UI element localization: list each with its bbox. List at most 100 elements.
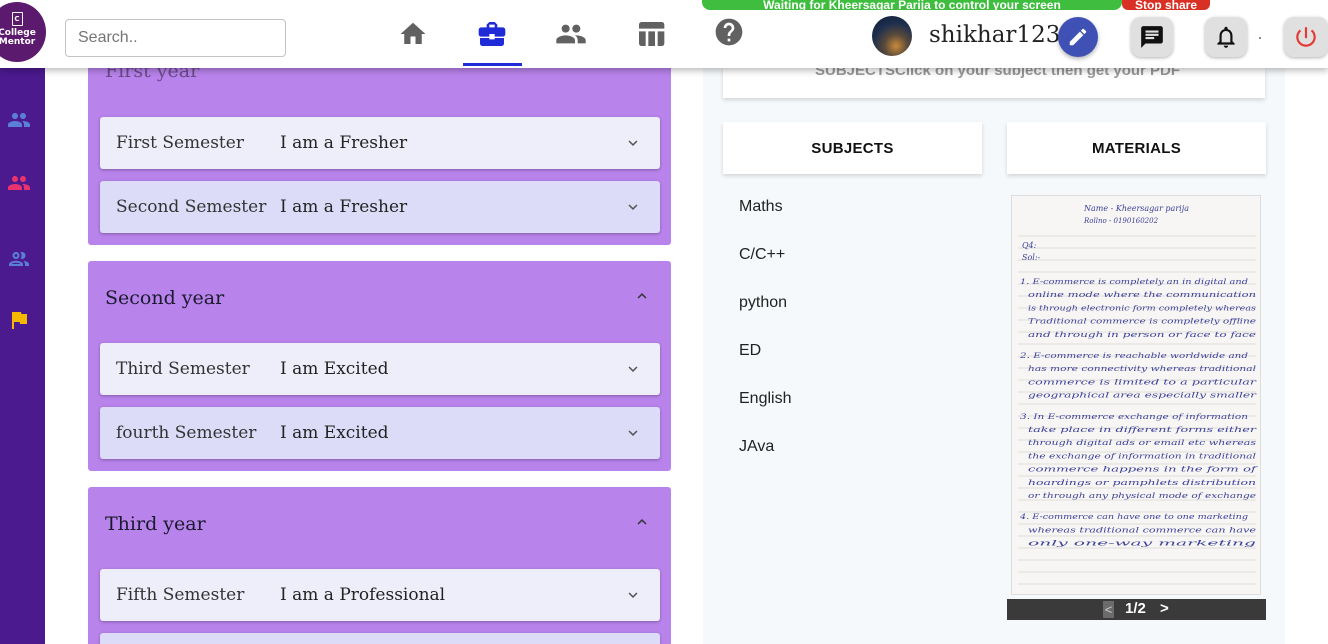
top-app-bar: C College Mentor shikhar123 bbox=[0, 0, 1328, 68]
doc-line: 1. E-commerce is completely an in digita… bbox=[1020, 277, 1248, 286]
doc-line: 4. E-commerce can have one to one market… bbox=[1019, 512, 1248, 521]
year-title[interactable]: Second year bbox=[105, 287, 224, 309]
nav-dashboard[interactable] bbox=[631, 14, 671, 54]
semester-name: Third Semester bbox=[116, 359, 250, 379]
doc-line: through digital ads or email etc whereas bbox=[1028, 438, 1256, 447]
user-avatar[interactable] bbox=[872, 16, 912, 56]
nav-briefcase[interactable] bbox=[472, 14, 512, 54]
subjects-header: SUBJECTS bbox=[723, 122, 982, 174]
book-icon: C bbox=[11, 12, 23, 26]
nav-active-indicator bbox=[463, 63, 522, 66]
logout-button[interactable] bbox=[1284, 17, 1328, 57]
doc-line: the exchange of information in tradition… bbox=[1028, 451, 1257, 460]
semester-status: I am a Professional bbox=[280, 585, 446, 605]
sidebar bbox=[0, 68, 45, 644]
semester-status: I am a Fresher bbox=[280, 197, 408, 217]
doc-line: Traditional commerce is completely offli… bbox=[1028, 317, 1257, 326]
next-page-button[interactable]: > bbox=[1160, 600, 1169, 617]
chevron-down-icon[interactable] bbox=[624, 424, 642, 442]
doc-line: online mode where the communication bbox=[1028, 290, 1256, 299]
group-icon[interactable] bbox=[4, 108, 34, 132]
chat-button[interactable] bbox=[1131, 17, 1173, 57]
bell-icon bbox=[1217, 26, 1235, 48]
doc-line: 3. In E-commerce exchange of information bbox=[1020, 412, 1248, 421]
subject-item[interactable]: C/C++ bbox=[739, 246, 785, 264]
years-panel: First year First Semester I am a Fresher… bbox=[88, 68, 671, 644]
doc-header-line: Rollno - 0190160202 bbox=[1083, 217, 1159, 225]
doc-line: commerce is limited to a particular bbox=[1028, 377, 1257, 386]
prev-page-button[interactable]: < bbox=[1103, 601, 1114, 618]
dashboard-icon bbox=[639, 22, 665, 46]
college-mentor-logo[interactable]: C College Mentor bbox=[0, 2, 46, 62]
notifications-button[interactable] bbox=[1205, 17, 1247, 57]
user-name: shikhar123 bbox=[929, 22, 1061, 48]
doc-header-line: Name - Kheersagar parija bbox=[1083, 204, 1189, 213]
semester-row[interactable]: fourth Semester I am Excited bbox=[100, 407, 660, 459]
semester-row[interactable]: Third Semester I am Excited bbox=[100, 343, 660, 395]
home-icon bbox=[400, 22, 426, 44]
year-title[interactable]: First year bbox=[105, 68, 199, 82]
materials-header: MATERIALS bbox=[1007, 122, 1266, 174]
year-title[interactable]: Third year bbox=[105, 513, 206, 535]
material-document[interactable]: Name - Kheersagar parija Rollno - 019016… bbox=[1011, 195, 1261, 595]
separator-dot bbox=[1259, 37, 1261, 39]
chat-icon bbox=[1141, 26, 1163, 48]
chevron-down-icon[interactable] bbox=[624, 586, 642, 604]
semester-name: Second Semester bbox=[116, 197, 267, 217]
semester-status: I am Excited bbox=[280, 423, 389, 443]
screen-share-banner: Waiting for Kheersagar Parija to control… bbox=[702, 0, 1122, 10]
flag-icon[interactable] bbox=[4, 308, 34, 332]
doc-solution-label: Sol:- bbox=[1022, 253, 1041, 262]
doc-line: has more connectivity whereas traditiona… bbox=[1028, 364, 1257, 373]
semester-status: I am Excited bbox=[280, 359, 389, 379]
subject-item[interactable]: Maths bbox=[739, 198, 783, 216]
semester-row[interactable]: Fifth Semester I am a Professional bbox=[100, 569, 660, 621]
doc-question: Q4: bbox=[1022, 241, 1037, 250]
semester-row[interactable]: Second Semester I am a Fresher bbox=[100, 181, 660, 233]
doc-line: whereas traditional commerce can have bbox=[1028, 525, 1257, 534]
subject-item[interactable]: ED bbox=[739, 342, 761, 360]
stop-share-button[interactable]: Stop share bbox=[1122, 0, 1210, 10]
doc-line: is through electronic form completely wh… bbox=[1028, 303, 1256, 312]
doc-line: only one-way marketing bbox=[1028, 539, 1256, 548]
chevron-up-icon[interactable] bbox=[633, 287, 651, 305]
help-icon bbox=[715, 18, 743, 46]
nav-home[interactable] bbox=[393, 14, 433, 54]
semester-name: Fifth Semester bbox=[116, 585, 245, 605]
chevron-down-icon[interactable] bbox=[624, 134, 642, 152]
doc-line: take place in different forms either bbox=[1028, 425, 1257, 434]
year-card-third: Third year Fifth Semester I am a Profess… bbox=[88, 487, 671, 644]
power-icon bbox=[1296, 27, 1316, 47]
doc-line: 2. E-commerce is reachable worldwide and bbox=[1019, 351, 1249, 360]
doc-line: or through any physical mode of exchange bbox=[1028, 491, 1257, 500]
chevron-down-icon[interactable] bbox=[624, 360, 642, 378]
semester-status: I am a Fresher bbox=[280, 133, 408, 153]
edit-icon bbox=[1069, 28, 1087, 46]
group-outline-icon[interactable] bbox=[4, 247, 34, 271]
chevron-up-icon[interactable] bbox=[633, 513, 651, 531]
group-icon[interactable] bbox=[4, 171, 34, 195]
handwritten-notes-page: Name - Kheersagar parija Rollno - 019016… bbox=[1018, 204, 1258, 585]
semester-row[interactable] bbox=[100, 633, 660, 644]
subjects-panel: SUBJECTSClick on your subject then get y… bbox=[703, 68, 1285, 644]
briefcase-icon bbox=[478, 22, 506, 46]
doc-line: hoardings or pamphlets distribution bbox=[1028, 478, 1256, 487]
year-card-first: First year First Semester I am a Fresher… bbox=[88, 68, 671, 245]
nav-help[interactable] bbox=[709, 12, 749, 52]
nav-people[interactable] bbox=[551, 14, 591, 54]
search-input[interactable] bbox=[65, 19, 286, 57]
doc-line: and through in person or face to face bbox=[1028, 330, 1257, 339]
semester-name: First Semester bbox=[116, 133, 244, 153]
instruction-text: SUBJECTSClick on your subject then get y… bbox=[815, 68, 1181, 79]
edit-button[interactable] bbox=[1058, 17, 1098, 57]
subject-item[interactable]: python bbox=[739, 294, 787, 312]
people-icon bbox=[556, 24, 586, 44]
semester-row[interactable]: First Semester I am a Fresher bbox=[100, 117, 660, 169]
subject-item[interactable]: English bbox=[739, 390, 791, 408]
doc-line: geographical area especially smaller bbox=[1028, 391, 1257, 400]
page-indicator: 1/2 bbox=[1125, 600, 1146, 617]
chevron-down-icon[interactable] bbox=[624, 198, 642, 216]
year-card-second: Second year Third Semester I am Excited … bbox=[88, 261, 671, 471]
subject-item[interactable]: JAva bbox=[739, 438, 774, 456]
instruction-card: SUBJECTSClick on your subject then get y… bbox=[723, 68, 1265, 98]
